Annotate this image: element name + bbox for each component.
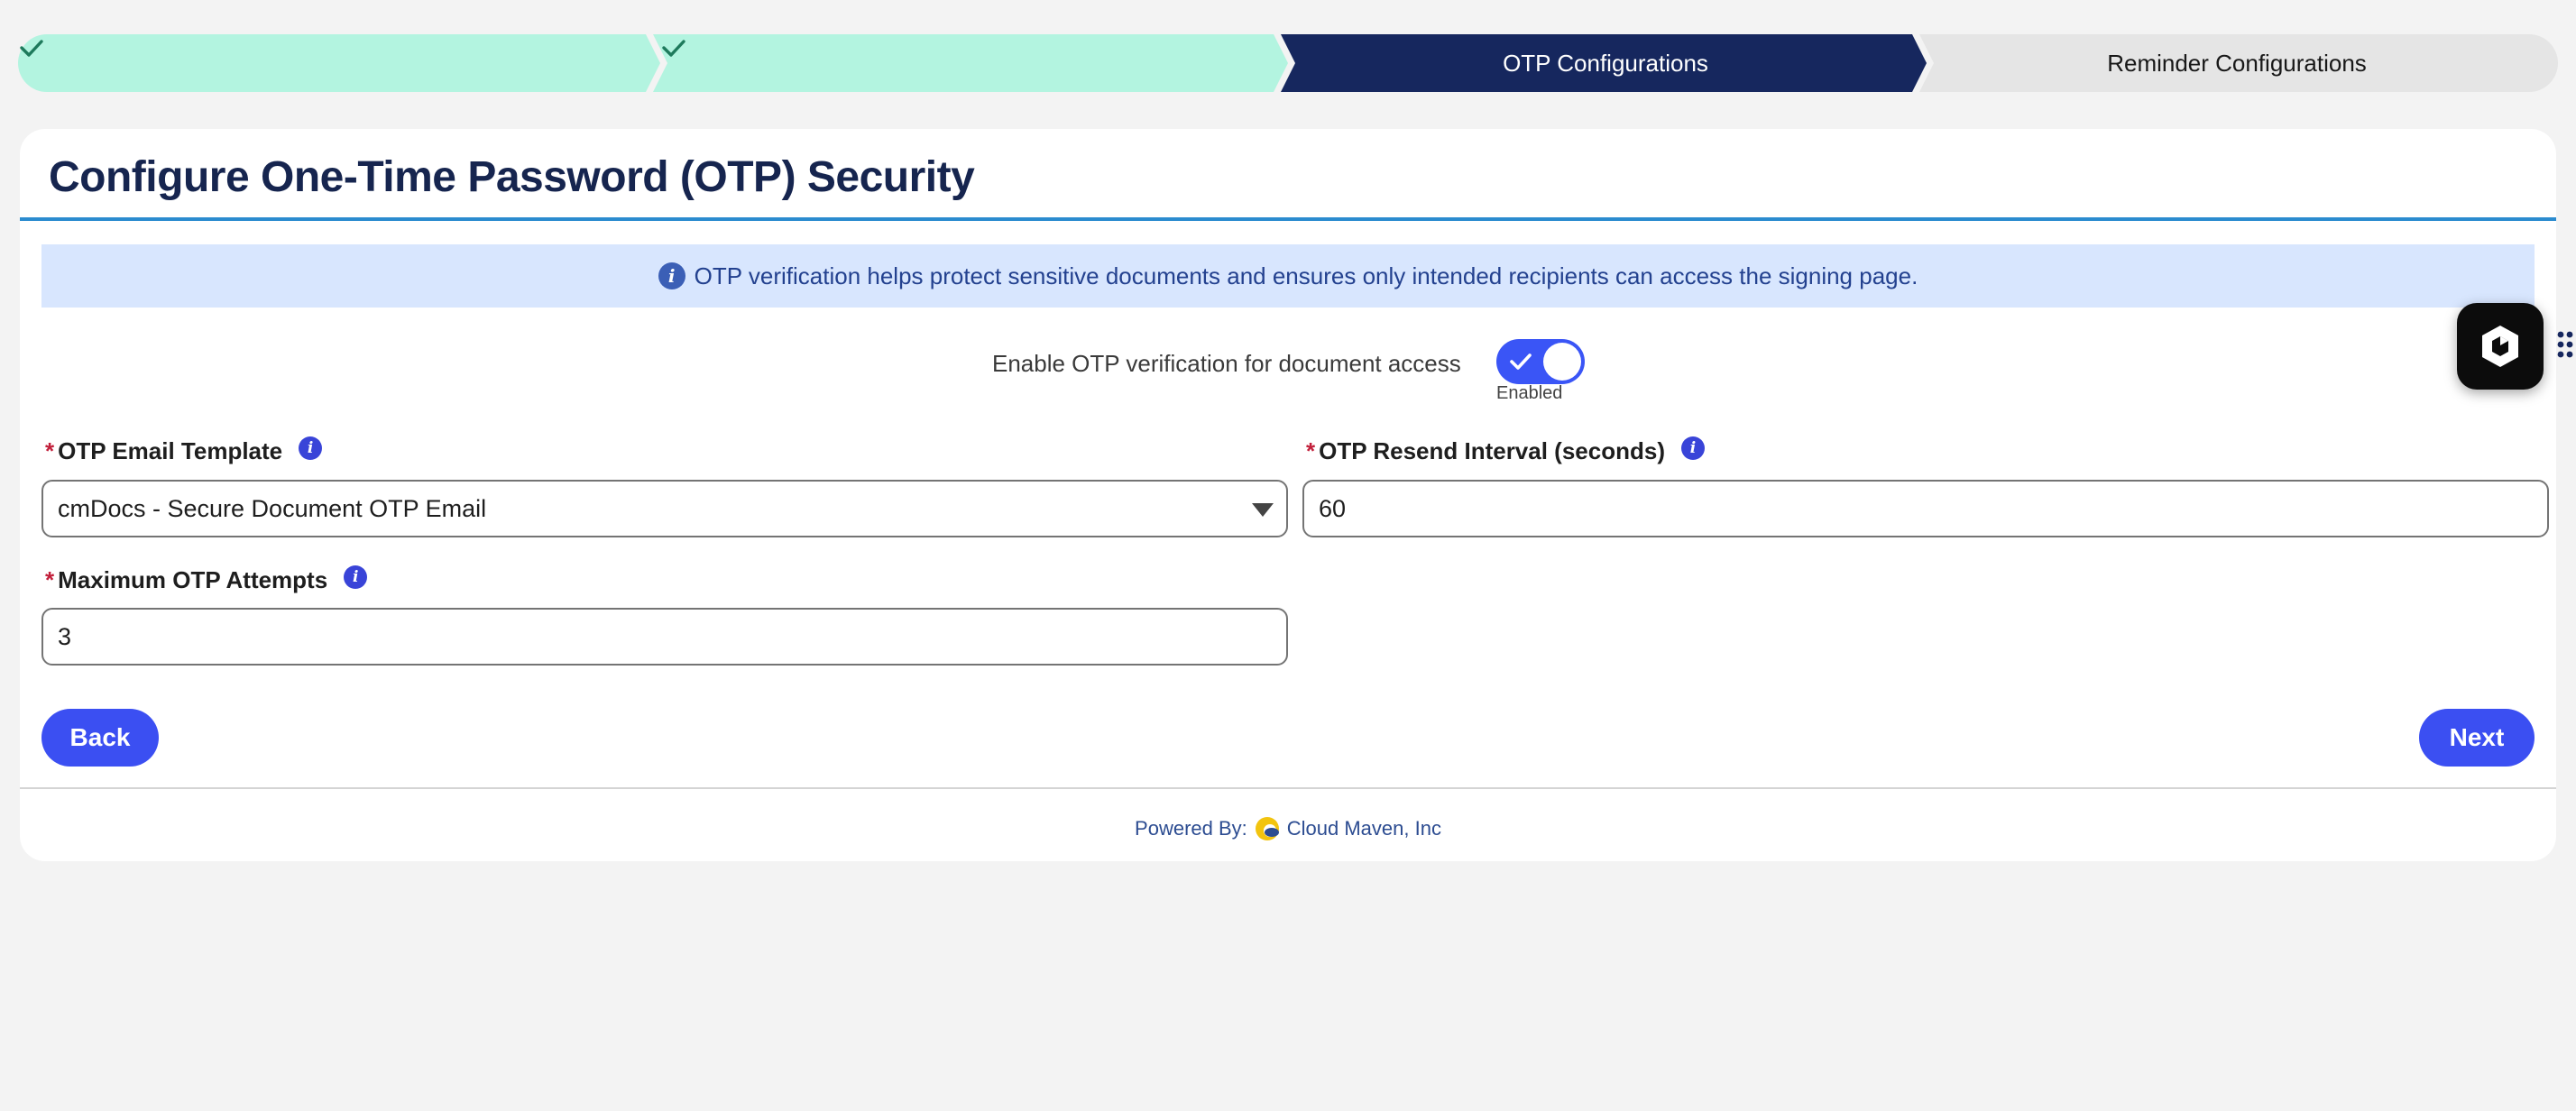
- stage-3-label: OTP Configurations: [1503, 49, 1708, 77]
- email-template-select[interactable]: cmDocs - Secure Document OTP Email: [41, 480, 1288, 537]
- check-icon: [1510, 354, 1532, 370]
- help-icon[interactable]: i: [299, 436, 323, 460]
- resend-interval-input[interactable]: 60: [1302, 480, 2549, 537]
- stage-3[interactable]: OTP Configurations: [1290, 34, 1921, 92]
- max-attempts-value: 3: [58, 622, 72, 650]
- back-button[interactable]: Back: [41, 709, 159, 767]
- toggle-state-text: Enabled: [1496, 383, 1563, 403]
- progress-path: OTP Configurations Reminder Configuratio…: [18, 34, 2558, 92]
- stage-4[interactable]: Reminder Configurations: [1921, 34, 2553, 92]
- otp-enable-toggle[interactable]: [1496, 339, 1585, 384]
- email-template-value: cmDocs - Secure Document OTP Email: [58, 494, 487, 522]
- stage-2[interactable]: [660, 34, 1292, 92]
- check-icon: [662, 40, 685, 57]
- required-marker: *: [1306, 437, 1316, 464]
- info-banner-text: OTP verification helps protect sensitive…: [694, 262, 1918, 289]
- info-banner: i OTP verification helps protect sensiti…: [41, 244, 2535, 308]
- max-attempts-label-text: Maximum OTP Attempts: [58, 566, 328, 593]
- stage-4-label: Reminder Configurations: [2107, 49, 2367, 77]
- powered-by-text: Powered By:: [1135, 817, 1247, 840]
- max-attempts-input[interactable]: 3: [41, 608, 1288, 666]
- page-title: Configure One-Time Password (OTP) Securi…: [49, 153, 975, 201]
- check-icon: [20, 40, 43, 57]
- resend-interval-label-text: OTP Resend Interval (seconds): [1319, 437, 1665, 464]
- next-button[interactable]: Next: [2419, 709, 2535, 767]
- company-link[interactable]: Cloud Maven, Inc: [1287, 817, 1441, 840]
- required-marker: *: [45, 566, 55, 593]
- stage-1[interactable]: [18, 34, 660, 92]
- required-marker: *: [45, 437, 55, 464]
- footer: Powered By: Cloud Maven, Inc: [20, 813, 2556, 845]
- title-divider: [20, 217, 2556, 221]
- max-attempts-label: * Maximum OTP Attempts i: [45, 565, 368, 594]
- info-icon: i: [658, 262, 685, 289]
- otp-config-card: Configure One-Time Password (OTP) Securi…: [20, 129, 2556, 861]
- chevron-down-icon: [1252, 503, 1274, 517]
- email-template-label-text: OTP Email Template: [58, 437, 283, 464]
- otp-toggle-label: Enable OTP verification for document acc…: [992, 350, 1461, 377]
- resend-interval-label: * OTP Resend Interval (seconds) i: [1306, 436, 1705, 465]
- otp-toggle-row: Enable OTP verification for document acc…: [20, 336, 2556, 390]
- email-template-label: * OTP Email Template i: [45, 436, 323, 465]
- agent-hexagon-icon: [2482, 326, 2518, 367]
- assistant-fab[interactable]: [2457, 303, 2544, 390]
- resend-interval-value: 60: [1319, 494, 1347, 522]
- footer-divider: [20, 787, 2556, 789]
- toggle-knob: [1543, 343, 1581, 381]
- drag-handle-icon[interactable]: [2556, 330, 2574, 359]
- help-icon[interactable]: i: [1680, 436, 1705, 460]
- cloud-maven-logo: [1255, 817, 1279, 840]
- help-icon[interactable]: i: [344, 565, 368, 589]
